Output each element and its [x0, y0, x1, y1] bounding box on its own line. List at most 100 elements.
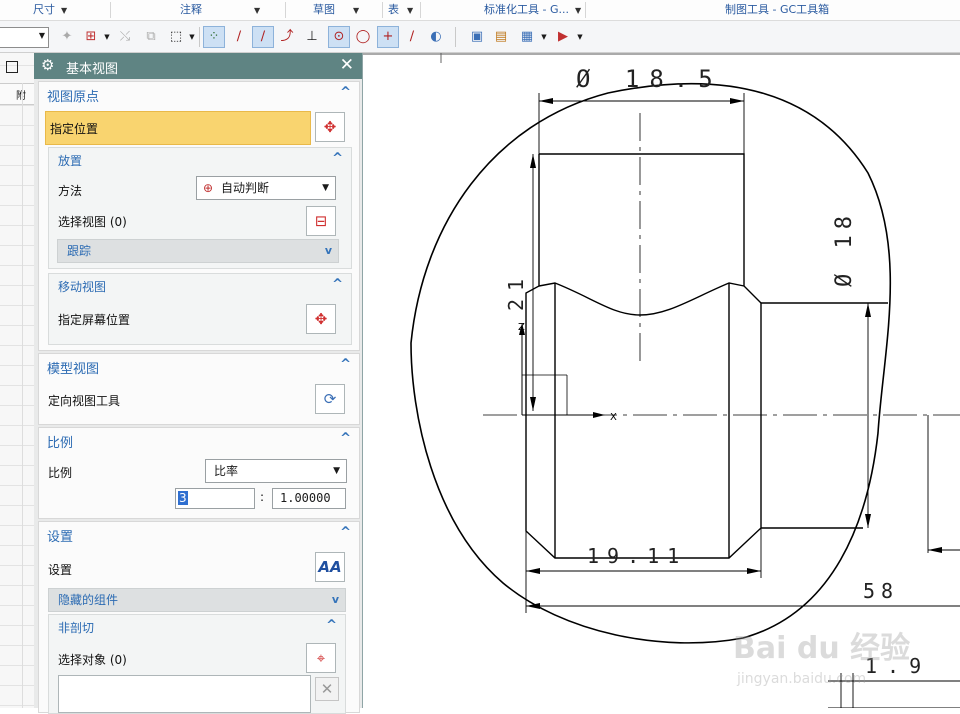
view-icon[interactable]: ▣	[466, 26, 488, 48]
chevron-down-icon[interactable]: v	[332, 589, 339, 611]
hidden-components-group[interactable]: 隐藏的组件 v	[48, 588, 346, 612]
chevron-up-icon[interactable]: ^	[340, 525, 351, 540]
end-point-icon[interactable]: ∕	[228, 26, 250, 48]
selection-box-icon[interactable]: ⬚	[165, 26, 187, 48]
table-icon[interactable]: ▦	[516, 26, 538, 48]
ribbon-group-drafting-tools[interactable]: 制图工具 - GC工具箱	[725, 0, 829, 20]
dimension-arrow	[747, 568, 761, 574]
maximize-icon[interactable]	[6, 61, 18, 73]
dialog-title-bar[interactable]: ⚙ 基本视图 ✕	[34, 53, 362, 79]
section-header[interactable]: 模型视图	[47, 358, 99, 377]
ribbon-group-sketch[interactable]: 草图 ▼	[313, 0, 359, 20]
select-objects-button[interactable]: ⌖	[306, 643, 336, 673]
select-view-button[interactable]: ⊟	[306, 206, 336, 236]
gear-icon[interactable]: ⚙	[41, 56, 54, 74]
quadrant-point-icon[interactable]: ◯	[352, 26, 374, 48]
navigator-header: 附	[0, 83, 34, 105]
section-header[interactable]: 视图原点	[47, 86, 99, 105]
ribbon-group-table[interactable]: 表 ▼	[388, 0, 413, 20]
arrow-icon[interactable]: ▶	[552, 26, 574, 48]
select-view-icon: ⊟	[314, 212, 328, 230]
chevron-down-icon[interactable]: ▼	[322, 177, 329, 199]
settings-button[interactable]: AA	[315, 552, 345, 582]
section-header[interactable]: 比例	[47, 432, 73, 451]
screen-location-button[interactable]: ✥	[306, 304, 336, 334]
dimension-text-diameter-18: Ø 18	[832, 210, 857, 287]
ribbon-group-label: 尺寸	[33, 3, 55, 16]
chevron-down-icon[interactable]: v	[325, 240, 332, 262]
chevron-down-icon[interactable]: ▼	[103, 26, 111, 48]
dimension-arrow	[928, 547, 942, 553]
ribbon-group-annotation[interactable]: 注释 ▼	[180, 0, 260, 20]
chevron-up-icon[interactable]: ^	[332, 151, 343, 166]
drawing-canvas[interactable]: Ø 18.5 21 Ø 18 19.11 58 1.9 Z X Bai du 经…	[363, 53, 960, 709]
link-icon[interactable]: ⤯	[114, 26, 136, 48]
specify-location-button[interactable]: ✥	[315, 112, 345, 142]
navigator-column-label: 附	[16, 91, 26, 102]
dimension-arrow	[865, 514, 871, 528]
chevron-up-icon[interactable]: ^	[332, 277, 343, 292]
mid-point-icon[interactable]: ∕	[252, 26, 274, 48]
layer-icon[interactable]: ▤	[490, 26, 512, 48]
objects-list-box[interactable]	[58, 675, 311, 713]
chevron-up-icon[interactable]: ^	[340, 431, 351, 446]
remove-button[interactable]: ✕	[315, 677, 339, 701]
group-icon[interactable]: ⧉	[140, 26, 162, 48]
close-icon[interactable]: ✕	[340, 55, 354, 75]
chevron-down-icon[interactable]: ▼	[575, 6, 581, 15]
chevron-up-icon[interactable]: ^	[340, 357, 351, 372]
subsection-header[interactable]: 非剖切	[58, 619, 94, 636]
method-dropdown[interactable]: ⊕ 自动判断 ▼	[196, 176, 336, 200]
scale-denominator-value: 1.00000	[280, 491, 331, 505]
point-on-surface-icon[interactable]: ◐	[425, 26, 447, 48]
subsection-header[interactable]: 移动视图	[58, 278, 106, 295]
scale-dropdown[interactable]: 比率 ▼	[205, 459, 347, 483]
point-on-curve-icon[interactable]: ∕	[401, 26, 423, 48]
trace-group[interactable]: 跟踪 v	[57, 239, 339, 263]
chevron-down-icon[interactable]: ▼	[576, 26, 584, 48]
scale-denominator-field[interactable]: 1.00000	[272, 488, 346, 509]
chevron-down-icon[interactable]: ▼	[254, 6, 260, 15]
orient-tool-button[interactable]: ⟳	[315, 384, 345, 414]
section-view-origin: 视图原点 ^ 指定位置 ✥ 放置 ^ 方法 ⊕ 自动判断 ▼ 选择视图 (0) …	[38, 81, 360, 351]
add-point-icon[interactable]: ⊞	[80, 26, 102, 48]
crosshair-icon: ⌖	[316, 649, 326, 667]
section-model-view: 模型视图 ^ 定向视图工具 ⟳	[38, 353, 360, 425]
scale-separator: :	[260, 490, 265, 504]
chevron-down-icon[interactable]: ▼	[353, 6, 359, 15]
chevron-down-icon[interactable]: ▼	[188, 26, 196, 48]
dimension-text-19-11: 19.11	[587, 544, 687, 568]
select-objects-label: 选择对象 (0)	[58, 653, 127, 667]
divider	[22, 83, 23, 708]
section-header[interactable]: 设置	[47, 526, 73, 545]
intersection-point-icon[interactable]: ⊥	[301, 26, 323, 48]
specify-location-label: 指定位置	[50, 122, 99, 136]
chevron-down-icon[interactable]: ▼	[39, 31, 45, 40]
selection-filter-combo[interactable]: ▼	[0, 27, 49, 48]
drawing-svg: Ø 18.5 21 Ø 18 19.11 58 1.9 Z X Bai du 经…	[363, 53, 960, 709]
ribbon-group-dimension[interactable]: 尺寸 ▼	[33, 0, 67, 20]
arc-center-icon[interactable]: ⊙	[328, 26, 350, 48]
dialog-body: 视图原点 ^ 指定位置 ✥ 放置 ^ 方法 ⊕ 自动判断 ▼ 选择视图 (0) …	[34, 79, 362, 714]
subsection-header[interactable]: 放置	[58, 152, 82, 169]
control-point-icon[interactable]: ⤴	[276, 26, 298, 48]
move-icon: ✥	[314, 310, 328, 328]
specify-location-row[interactable]: 指定位置	[45, 111, 311, 145]
ribbon-group-std-tools[interactable]: 标准化工具 - G... ▼	[484, 0, 581, 20]
part-navigator-strip: 附	[0, 53, 35, 708]
chevron-down-icon[interactable]: ▼	[540, 26, 548, 48]
scale-numerator-value: 3	[178, 491, 188, 505]
ribbon-separator	[382, 2, 383, 18]
part-outline	[525, 154, 762, 559]
existing-point-icon[interactable]: +	[377, 26, 399, 48]
dimension-arrow	[530, 154, 536, 168]
snap-points-icon[interactable]: ⁘	[203, 26, 225, 48]
snap-point-icon[interactable]: ✦	[56, 26, 78, 48]
chevron-up-icon[interactable]: ^	[326, 618, 337, 633]
chevron-down-icon[interactable]: ▼	[61, 6, 67, 15]
chevron-down-icon[interactable]: ▼	[407, 6, 413, 15]
wcs-z-label: Z	[518, 322, 525, 333]
chevron-down-icon[interactable]: ▼	[333, 460, 340, 482]
scale-numerator-field[interactable]: 3	[175, 488, 255, 509]
chevron-up-icon[interactable]: ^	[340, 85, 351, 100]
